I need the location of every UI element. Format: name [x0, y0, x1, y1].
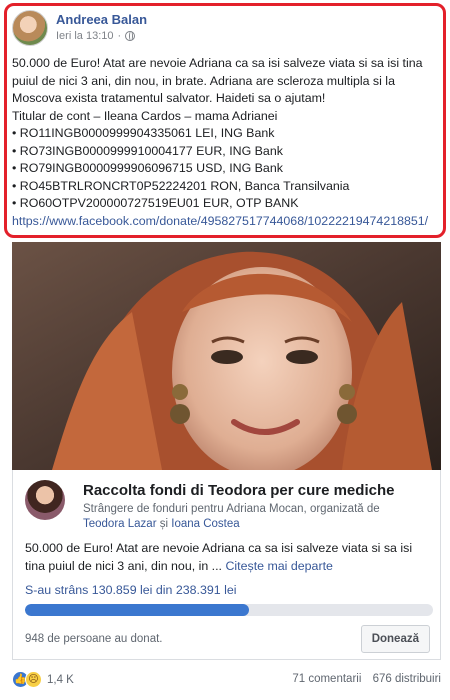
post-text: 50.000 de Euro! Atat are nevoie Adriana … — [12, 55, 437, 230]
shares-count[interactable]: 676 distribuiri — [373, 673, 441, 685]
post-timestamp[interactable]: Ieri la 13:10 — [56, 30, 113, 42]
organizer-link-2[interactable]: Ioana Costea — [171, 518, 239, 530]
description-text: 50.000 de Euro! Atat are nevoie Adriana … — [25, 541, 413, 573]
account-item: RO45BTRLRONCRT0P52224201 RON, Banca Tran… — [12, 178, 437, 196]
sad-icon: ☹ — [25, 671, 42, 688]
fundraiser-progress-bar — [25, 604, 433, 616]
donate-link[interactable]: https://www.facebook.com/donate/49582751… — [12, 213, 437, 231]
fundraiser-avatar[interactable] — [25, 480, 65, 520]
fundraiser-card[interactable]: Raccolta fondi di Teodora per cure medic… — [12, 470, 441, 660]
subtitle-prefix: Strângere de fonduri pentru Adriana Moca… — [83, 503, 380, 515]
fundraiser-title[interactable]: Raccolta fondi di Teodora per cure medic… — [83, 482, 433, 499]
avatar[interactable] — [12, 10, 48, 46]
meta-separator: · — [117, 30, 122, 42]
reaction-count[interactable]: 1,4 K — [47, 674, 74, 686]
comments-count[interactable]: 71 comentarii — [292, 673, 361, 685]
organizer-link-1[interactable]: Teodora Lazar — [83, 518, 157, 530]
account-list: RO11INGB0000999904335061 LEI, ING Bank R… — [12, 125, 437, 213]
fundraiser-subtitle: Strângere de fonduri pentru Adriana Moca… — [83, 502, 433, 532]
account-holder: Titular de cont – Ileana Cardos – mama A… — [12, 108, 278, 123]
post-header: Andreea Balan Ieri la 13:10 · — [12, 10, 432, 50]
progress-fill — [25, 604, 249, 616]
post-stats: 71 comentarii 676 distribuiri — [292, 673, 441, 685]
post-footer: 👍 ☹ 1,4 K 71 comentarii 676 distribuiri — [12, 671, 441, 693]
account-item: RO79INGB0000999906096715 USD, ING Bank — [12, 160, 437, 178]
author-name[interactable]: Andreea Balan — [56, 12, 147, 27]
account-item: RO11INGB0000999904335061 LEI, ING Bank — [12, 125, 437, 143]
post-intro: 50.000 de Euro! Atat are nevoie Adriana … — [12, 56, 423, 105]
globe-icon[interactable] — [125, 31, 136, 41]
fundraiser-description: 50.000 de Euro! Atat are nevoie Adriana … — [25, 540, 435, 575]
account-item: RO73INGB0000999910004177 EUR, ING Bank — [12, 143, 437, 161]
raised-amount: S-au strâns 130.859 lei din 238.391 lei — [25, 583, 237, 597]
reaction-summary[interactable]: 👍 ☹ 1,4 K — [12, 671, 74, 688]
and-word: și — [159, 518, 169, 530]
post-meta: Ieri la 13:10 · — [56, 30, 136, 42]
donate-button[interactable]: Donează — [360, 625, 430, 653]
fundraiser-photo[interactable] — [12, 242, 441, 470]
see-more-link[interactable]: Citește mai departe — [225, 559, 332, 573]
portrait-image — [12, 242, 441, 470]
account-item: RO60OTPV200000727519EU01 EUR, OTP BANK — [12, 195, 437, 213]
donor-count: 948 de persoane au donat. — [25, 633, 163, 645]
